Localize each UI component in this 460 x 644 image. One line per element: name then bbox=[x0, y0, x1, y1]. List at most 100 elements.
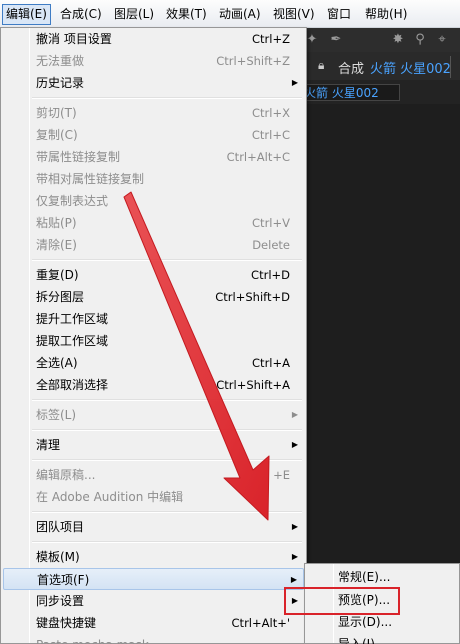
menu-item-team-project[interactable]: 团队项目 ▶ bbox=[3, 516, 304, 538]
menu-item-clear: 清除(E) Delete bbox=[3, 234, 304, 256]
menu-item-copy-expression-only: 仅复制表达式 bbox=[3, 190, 304, 212]
submenu-arrow-icon: ▶ bbox=[291, 440, 298, 449]
menu-item-label: 复制(C) bbox=[36, 128, 78, 142]
menu-item-label: 键盘快捷键 bbox=[36, 616, 97, 630]
submenu-item-general[interactable]: 常规(E)... bbox=[307, 566, 457, 588]
edit-dropdown-menu: 撤消 项目设置 Ctrl+Z 无法重做 Ctrl+Shift+Z 历史记录 ▶ … bbox=[0, 27, 307, 644]
submenu-arrow-icon: ▶ bbox=[291, 552, 298, 561]
menu-item-shortcut: Delete bbox=[252, 238, 290, 252]
menu-item-label: 清理 bbox=[36, 438, 61, 452]
menu-separator bbox=[32, 429, 302, 431]
menu-item-shortcut: Ctrl+D bbox=[251, 268, 290, 282]
menu-item-keyboard-shortcuts[interactable]: 键盘快捷键 Ctrl+Alt+' bbox=[3, 612, 304, 634]
menu-window[interactable]: 窗口 bbox=[324, 4, 354, 25]
submenu-item-label: 导入(I)... bbox=[338, 637, 387, 644]
menu-item-label: 粘贴(P) bbox=[36, 216, 77, 230]
menu-item-label: 清除(E) bbox=[36, 238, 77, 252]
menu-item-label: 提升工作区域 bbox=[36, 312, 109, 326]
menu-item-sync-settings[interactable]: 同步设置 ▶ bbox=[3, 590, 304, 612]
menu-effect[interactable]: 效果(T) bbox=[163, 4, 210, 25]
menu-item-purge[interactable]: 清理 ▶ bbox=[3, 434, 304, 456]
menu-item-label: 带属性链接复制 bbox=[36, 150, 121, 164]
menu-item-label: 带相对属性链接复制 bbox=[36, 172, 145, 186]
menu-layer[interactable]: 图层(L) bbox=[111, 4, 157, 25]
menu-item-shortcut: Ctrl+Shift+A bbox=[216, 378, 290, 392]
annotation-highlight-box bbox=[284, 587, 400, 615]
tool-toolbar: ✦ ✒ ✸ ⚲ ⌖ bbox=[300, 28, 460, 52]
composition-tab-name[interactable]: 火箭 火星002 bbox=[370, 58, 451, 77]
puppet-overlap-icon[interactable]: ⚲ bbox=[412, 32, 428, 48]
menu-item-shortcut: Ctrl+Z bbox=[252, 32, 290, 46]
puppet-starch-icon[interactable]: ⌖ bbox=[434, 32, 450, 48]
composition-tab-label[interactable]: 合成 bbox=[338, 58, 364, 77]
menu-item-history[interactable]: 历史记录 ▶ bbox=[3, 72, 304, 94]
menu-item-shortcut: Ctrl+V bbox=[252, 216, 290, 230]
menu-item-redo: 无法重做 Ctrl+Shift+Z bbox=[3, 50, 304, 72]
tab-divider bbox=[450, 56, 460, 78]
composition-navigator-name[interactable]: 火箭 火星002 bbox=[304, 84, 379, 101]
menu-item-label: 同步设置 bbox=[36, 594, 85, 608]
menu-view[interactable]: 视图(V) bbox=[270, 4, 318, 25]
menu-item-edit-in-audition: 在 Adobe Audition 中编辑 bbox=[3, 486, 304, 508]
menu-item-label: 剪切(T) bbox=[36, 106, 77, 120]
menu-item-label: 提取工作区域 bbox=[36, 334, 109, 348]
menu-item-label: 重复(D) bbox=[36, 268, 79, 282]
menu-item-lift-work-area[interactable]: 提升工作区域 bbox=[3, 308, 304, 330]
menu-help[interactable]: 帮助(H) bbox=[362, 4, 410, 25]
lock-icon[interactable]: 🔒︎ bbox=[318, 58, 324, 73]
menu-item-label: Paste mocha mask bbox=[36, 634, 149, 644]
menu-item-preferences[interactable]: 首选项(F) ▶ bbox=[3, 568, 304, 590]
menu-item-deselect-all[interactable]: 全部取消选择 Ctrl+Shift+A bbox=[3, 374, 304, 396]
menu-item-shortcut: Ctrl+Shift+D bbox=[215, 290, 290, 304]
menu-item-select-all[interactable]: 全选(A) Ctrl+A bbox=[3, 352, 304, 374]
menu-item-label: 仅复制表达式 bbox=[36, 194, 109, 208]
submenu-arrow-icon: ▶ bbox=[291, 78, 298, 87]
submenu-item-import[interactable]: 导入(I)... bbox=[307, 633, 457, 644]
menu-item-shortcut: Ctrl+Alt+' bbox=[231, 616, 290, 630]
menu-animation[interactable]: 动画(A) bbox=[216, 4, 264, 25]
menu-item-copy: 复制(C) Ctrl+C bbox=[3, 124, 304, 146]
menu-item-label: 在 Adobe Audition 中编辑 bbox=[36, 490, 184, 504]
menu-item-label: 全选(A) bbox=[36, 356, 78, 370]
menu-item-extract-work-area[interactable]: 提取工作区域 bbox=[3, 330, 304, 352]
menu-item-label: 首选项(F) bbox=[37, 573, 90, 587]
menu-item-paste: 粘贴(P) Ctrl+V bbox=[3, 212, 304, 234]
menu-item-templates[interactable]: 模板(M) ▶ bbox=[3, 546, 304, 568]
menu-item-shortcut: Ctrl+C bbox=[251, 128, 290, 142]
menu-item-shortcut: +E bbox=[273, 468, 290, 482]
menu-edit[interactable]: 编辑(E) bbox=[2, 4, 51, 25]
menu-item-label: 模板(M) bbox=[36, 550, 80, 564]
menu-item-shortcut: Ctrl+X bbox=[252, 106, 290, 120]
menu-item-label-colors: 标签(L) ▶ bbox=[3, 404, 304, 426]
menu-separator bbox=[32, 459, 302, 461]
menu-separator bbox=[32, 399, 302, 401]
menu-item-copy-with-property-links: 带属性链接复制 Ctrl+Alt+C bbox=[3, 146, 304, 168]
puppet-pin-icon[interactable]: ✸ bbox=[390, 32, 406, 48]
menu-item-cut: 剪切(T) Ctrl+X bbox=[3, 102, 304, 124]
menu-item-label: 编辑原稿... bbox=[36, 468, 96, 482]
menu-separator bbox=[32, 97, 302, 99]
submenu-item-label: 常规(E)... bbox=[338, 570, 391, 584]
submenu-arrow-icon: ▶ bbox=[291, 522, 298, 531]
menu-item-label: 拆分图层 bbox=[36, 290, 85, 304]
menu-item-copy-with-relative-links: 带相对属性链接复制 bbox=[3, 168, 304, 190]
menu-item-shortcut: Ctrl+Shift+Z bbox=[216, 54, 290, 68]
menu-separator bbox=[32, 541, 302, 543]
menu-item-paste-mocha-mask: Paste mocha mask bbox=[3, 634, 304, 644]
menu-composition[interactable]: 合成(C) bbox=[57, 4, 105, 25]
menu-item-label: 历史记录 bbox=[36, 76, 85, 90]
menu-separator bbox=[32, 259, 302, 261]
menu-item-split-layer[interactable]: 拆分图层 Ctrl+Shift+D bbox=[3, 286, 304, 308]
menu-separator bbox=[32, 511, 302, 513]
menu-item-label: 撤消 项目设置 bbox=[36, 32, 112, 46]
menubar: 编辑(E) 合成(C) 图层(L) 效果(T) 动画(A) 视图(V) 窗口 帮… bbox=[0, 0, 460, 28]
menu-item-label: 标签(L) bbox=[36, 408, 77, 422]
pen-icon[interactable]: ✒ bbox=[328, 32, 344, 48]
menu-item-edit-original: 编辑原稿... +E bbox=[3, 464, 304, 486]
menu-item-undo[interactable]: 撤消 项目设置 Ctrl+Z bbox=[3, 28, 304, 50]
submenu-arrow-icon: ▶ bbox=[291, 410, 298, 419]
menu-item-shortcut: Ctrl+Alt+C bbox=[226, 150, 290, 164]
menu-item-duplicate[interactable]: 重复(D) Ctrl+D bbox=[3, 264, 304, 286]
menu-item-label: 全部取消选择 bbox=[36, 378, 109, 392]
menu-item-label: 团队项目 bbox=[36, 520, 85, 534]
